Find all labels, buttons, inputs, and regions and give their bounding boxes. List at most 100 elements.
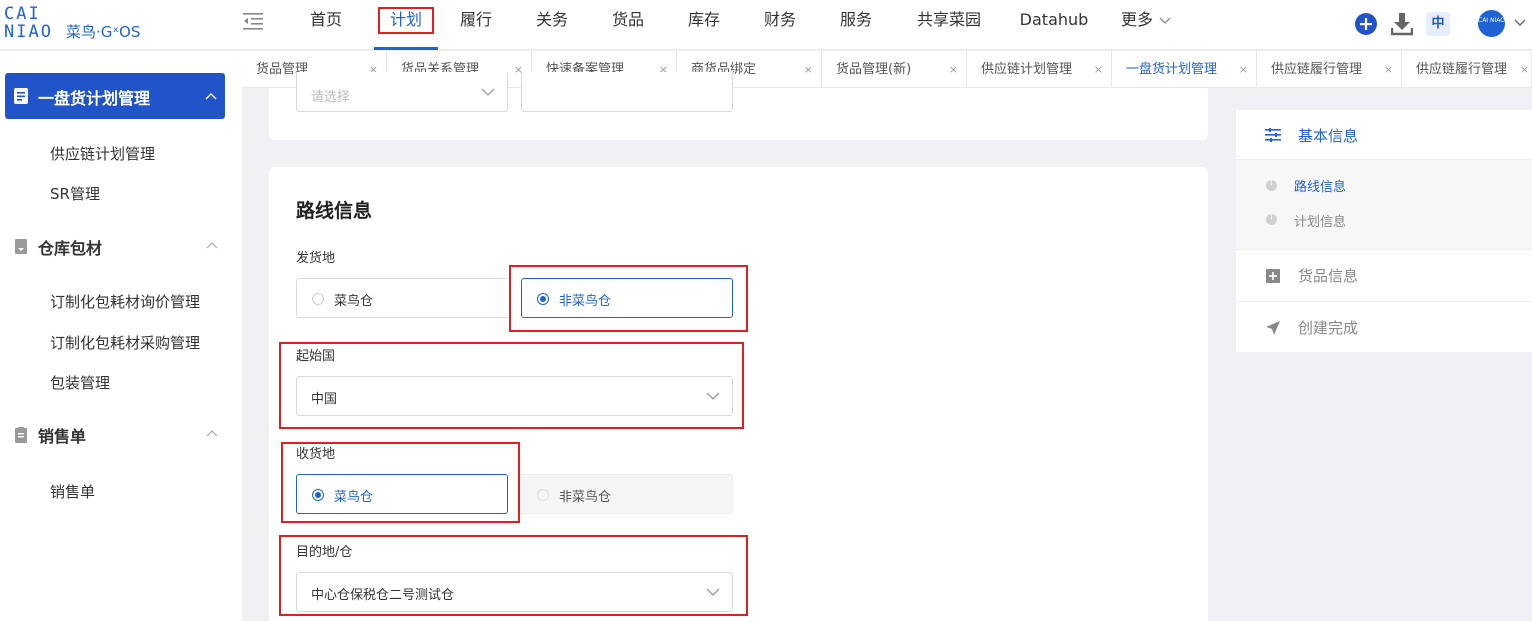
tab-label: 供应链履行管理 <box>1271 62 1363 77</box>
nav-home[interactable]: 首页 <box>290 0 362 50</box>
step-basic-info[interactable]: 基本信息 <box>1236 110 1532 160</box>
tab-one-stock-plan[interactable]: 一盘货计划管理 × <box>1112 51 1257 87</box>
tab-label: 供应链计划管理 <box>981 62 1073 77</box>
nav-goods-label: 货品 <box>611 10 644 29</box>
tab-goods-management-new[interactable]: 货品管理(新) × <box>822 51 967 87</box>
nav-more[interactable]: 更多 <box>1104 0 1188 50</box>
download-icon[interactable] <box>1391 12 1413 36</box>
radio-dot <box>312 293 324 305</box>
nav-customs-label: 关务 <box>535 10 568 29</box>
tab-close-icon[interactable]: × <box>1239 51 1248 87</box>
radio-dot-selected <box>537 293 549 305</box>
logo-line1: CAI <box>4 4 41 24</box>
nav-datahub-label: Datahub <box>1019 10 1089 29</box>
step-sub-route-info[interactable]: 路线信息 <box>1294 176 1346 195</box>
sidebar-item-custom-packaging-purchase[interactable]: 订制化包耗材采购管理 <box>50 332 200 353</box>
nav-finance[interactable]: 财务 <box>742 0 818 50</box>
step-create-done[interactable]: 创建完成 <box>1236 302 1532 352</box>
step-navigator: 基本信息 路线信息 计划信息 货品信息 创建完成 <box>1236 110 1532 352</box>
chevron-down-icon <box>1159 17 1171 24</box>
chevron-down-icon <box>706 392 720 400</box>
ship-from-cainiao-radio[interactable]: 菜鸟仓 <box>296 278 508 318</box>
tab-label: 一盘货计划管理 <box>1126 62 1218 77</box>
sidebar: 一盘货计划管理 供应链计划管理 SR管理 仓库包材 订制化包耗材询价管理 订制化… <box>0 51 242 621</box>
nav-fulfill-label: 履行 <box>459 10 492 29</box>
ship-from-label: 发货地 <box>296 251 336 266</box>
receive-label: 收货地 <box>296 447 336 462</box>
sidebar-item-supply-chain-plan[interactable]: 供应链计划管理 <box>50 143 155 164</box>
tab-close-icon[interactable]: × <box>949 51 958 87</box>
menu-collapse-icon[interactable] <box>242 10 264 32</box>
tab-supply-chain-plan[interactable]: 供应链计划管理 × <box>967 51 1112 87</box>
destination-label: 目的地/仓 <box>296 545 353 560</box>
receive-non-cainiao-radio[interactable]: 非菜鸟仓 <box>521 474 733 514</box>
radio-label: 非菜鸟仓 <box>559 490 612 505</box>
tab-close-icon[interactable]: × <box>1094 51 1103 87</box>
destination-select[interactable]: 中心仓保税仓二号测试仓 <box>296 572 733 612</box>
nav-fulfill[interactable]: 履行 <box>438 0 514 50</box>
origin-country-select[interactable]: 中国 <box>296 376 733 416</box>
radio-label: 非菜鸟仓 <box>559 294 612 309</box>
sidebar-group-sales-order[interactable]: 销售单 <box>0 423 242 447</box>
nav-finance-label: 财务 <box>763 10 796 29</box>
nav-customs[interactable]: 关务 <box>514 0 590 50</box>
language-switch[interactable]: 中 <box>1426 12 1450 36</box>
nav-goods[interactable]: 货品 <box>590 0 666 50</box>
nav-plan-label: 计划 <box>389 10 422 29</box>
tab-close-icon[interactable]: × <box>1384 51 1393 87</box>
chevron-up-icon <box>205 93 217 100</box>
user-menu-chevron-icon[interactable] <box>1514 19 1526 27</box>
step-create-done-label: 创建完成 <box>1298 319 1359 337</box>
nav-inventory-label: 库存 <box>687 10 720 29</box>
info-icon <box>1266 212 1277 225</box>
nav-service-label: 服务 <box>839 10 872 29</box>
user-avatar[interactable]: CAI NIAO <box>1478 10 1505 37</box>
step-goods-info[interactable]: 货品信息 <box>1236 250 1532 302</box>
sidebar-group-label: 销售单 <box>38 427 87 446</box>
nav-plan[interactable]: 计划 <box>374 0 438 50</box>
chevron-up-icon <box>206 430 218 437</box>
destination-value: 中心仓保税仓二号测试仓 <box>311 588 455 603</box>
step-sub-plan-info[interactable]: 计划信息 <box>1294 211 1346 230</box>
clipboard-icon <box>15 427 27 443</box>
nav-inventory[interactable]: 库存 <box>666 0 742 50</box>
origin-country-label: 起始国 <box>296 349 336 364</box>
tab-supply-chain-fulfill[interactable]: 供应链履行管理 × <box>1257 51 1402 87</box>
top-input[interactable] <box>521 72 733 112</box>
step-goods-info-label: 货品信息 <box>1298 267 1359 285</box>
logo-line2: NIAO <box>4 22 53 42</box>
section-title-route-info: 路线信息 <box>296 200 373 222</box>
nav-service[interactable]: 服务 <box>818 0 894 50</box>
radio-label: 菜鸟仓 <box>334 294 374 309</box>
top-select-placeholder: 请选择 <box>311 90 351 105</box>
sidebar-group-warehouse-packaging[interactable]: 仓库包材 <box>0 235 242 259</box>
add-circle-icon[interactable] <box>1354 12 1378 36</box>
document-icon <box>14 88 28 104</box>
bookmark-icon <box>15 239 27 254</box>
nav-datahub[interactable]: Datahub <box>1004 0 1104 50</box>
sliders-icon <box>1265 128 1281 142</box>
nav-shared-garden[interactable]: 共享菜园 <box>894 0 1004 50</box>
receive-cainiao-radio[interactable]: 菜鸟仓 <box>296 474 508 514</box>
nav-more-label: 更多 <box>1120 10 1153 29</box>
nav-shared-garden-label: 共享菜园 <box>916 10 981 29</box>
sidebar-group-one-stock-plan[interactable]: 一盘货计划管理 <box>5 73 225 119</box>
step-sub-list: 路线信息 计划信息 <box>1236 160 1532 250</box>
ship-from-non-cainiao-radio[interactable]: 非菜鸟仓 <box>521 278 733 318</box>
sidebar-item-sr[interactable]: SR管理 <box>50 183 100 204</box>
cainiao-logo[interactable]: CAI NIAO 菜鸟·GˣOS <box>4 6 164 44</box>
sidebar-item-packaging-management[interactable]: 包装管理 <box>50 372 110 393</box>
tab-supply-chain-fulfill-2[interactable]: 供应链履行管理 × <box>1402 51 1532 87</box>
tab-label: 货品管理(新) <box>836 62 912 77</box>
tab-label: 供应链履行管理 <box>1416 62 1508 77</box>
radio-dot-selected <box>312 489 324 501</box>
sidebar-item-custom-packaging-inquiry[interactable]: 订制化包耗材询价管理 <box>50 291 200 312</box>
step-basic-info-label: 基本信息 <box>1298 127 1359 145</box>
tab-close-icon[interactable]: × <box>1520 51 1529 87</box>
top-bar: CAI NIAO 菜鸟·GˣOS 首页 计划 履行 关务 货品 库存 财务 服务… <box>0 0 1532 50</box>
tab-close-icon[interactable]: × <box>804 51 813 87</box>
sidebar-item-sales-order[interactable]: 销售单 <box>50 481 95 502</box>
chevron-up-icon <box>206 242 218 249</box>
top-select[interactable]: 请选择 <box>296 72 508 112</box>
chevron-down-icon <box>706 588 720 596</box>
